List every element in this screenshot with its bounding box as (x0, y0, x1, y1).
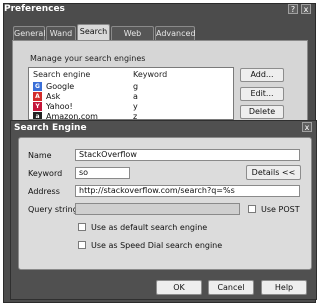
tab-general[interactable]: General (13, 26, 46, 40)
address-field[interactable]: http://stackoverflow.com/search?q=%s (75, 185, 300, 197)
help-title-button[interactable]: ? (288, 4, 298, 14)
close-window-button[interactable]: x (301, 4, 311, 14)
ok-button[interactable]: OK (156, 280, 202, 295)
google-icon: G (33, 82, 42, 91)
column-header-keyword[interactable]: Keyword (133, 70, 167, 79)
use-post-checkbox[interactable] (248, 205, 256, 213)
close-dialog-button[interactable]: x (302, 122, 312, 132)
delete-engine-button[interactable]: Delete (240, 105, 284, 119)
tab-search[interactable]: Search (77, 24, 110, 41)
cancel-button[interactable]: Cancel (208, 280, 254, 295)
engine-keyword: g (133, 82, 139, 91)
speed-dial-checkbox[interactable] (78, 241, 86, 249)
amazon-icon: a (33, 112, 42, 119)
name-field[interactable]: StackOverflow (75, 149, 300, 161)
preferences-title: Preferences (4, 4, 65, 14)
ask-icon: A (33, 92, 42, 101)
keyword-label: Keyword (28, 169, 63, 178)
engine-name: Amazon.com (46, 112, 98, 120)
search-engine-list[interactable]: Search engine Keyword G Google g A Ask a… (28, 67, 234, 120)
list-item[interactable]: G Google g (33, 82, 233, 92)
tab-advanced[interactable]: Advanced (155, 26, 196, 40)
engine-keyword: z (133, 112, 138, 120)
list-item[interactable]: Y Yahoo! y (33, 102, 233, 112)
default-engine-checkbox[interactable] (78, 223, 86, 231)
name-label: Name (28, 151, 52, 160)
engine-keyword: a (133, 92, 138, 101)
list-item[interactable]: A Ask a (33, 92, 233, 102)
help-button[interactable]: Help (261, 280, 307, 295)
engine-name: Google (46, 82, 75, 91)
query-string-label: Query string (28, 205, 78, 214)
use-post-label: Use POST (261, 205, 300, 214)
tab-web-pages[interactable]: Web Pages (111, 26, 154, 51)
engine-keyword: y (133, 102, 138, 111)
add-engine-button[interactable]: Add... (240, 68, 284, 82)
edit-engine-button[interactable]: Edit... (240, 87, 284, 101)
engine-name: Ask (46, 92, 61, 101)
speed-dial-label: Use as Speed Dial search engine (91, 241, 223, 250)
details-button[interactable]: Details << (246, 165, 301, 180)
manage-label: Manage your search engines (30, 54, 146, 63)
list-item[interactable]: a Amazon.com z (33, 112, 233, 120)
yahoo-icon: Y (33, 102, 42, 111)
dialog-title: Search Engine (14, 123, 87, 133)
query-string-field[interactable] (75, 203, 240, 215)
tab-wand[interactable]: Wand (46, 26, 76, 40)
address-label: Address (28, 187, 60, 196)
default-engine-label: Use as default search engine (91, 223, 208, 232)
column-header-engine[interactable]: Search engine (33, 70, 90, 79)
engine-name: Yahoo! (46, 102, 73, 111)
keyword-field[interactable]: so (75, 167, 130, 179)
